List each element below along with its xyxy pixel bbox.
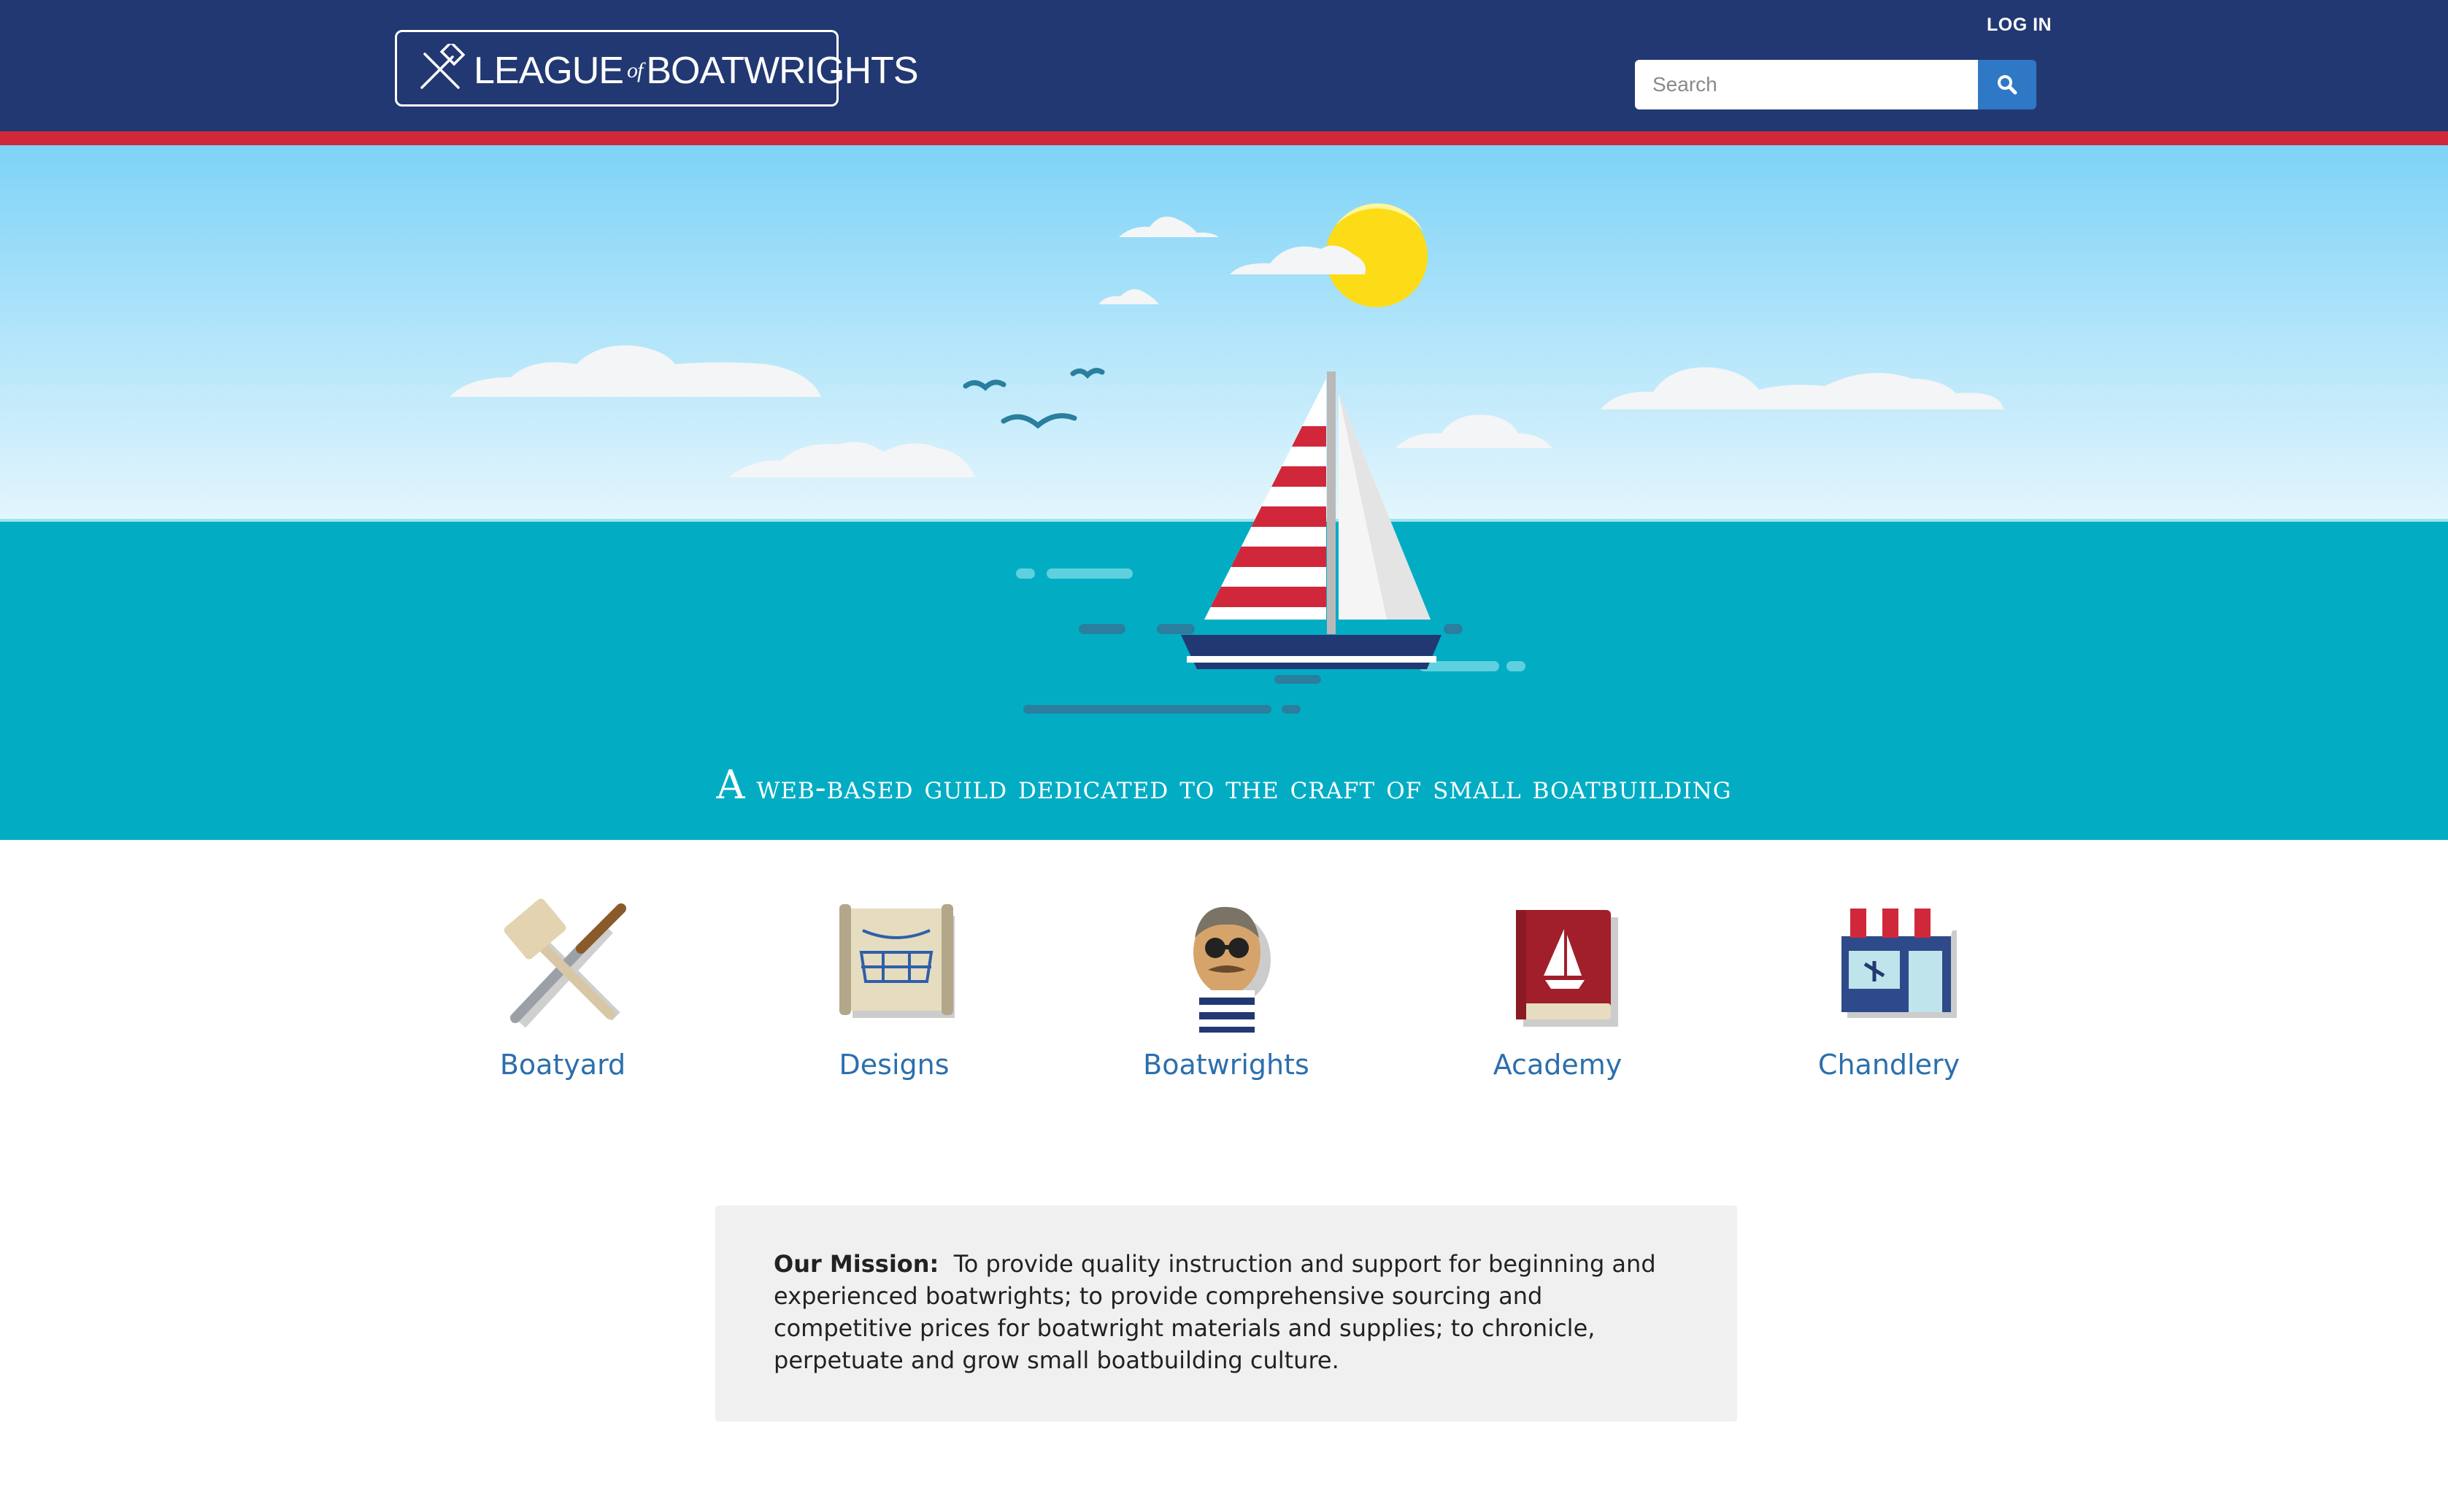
search-icon bbox=[1998, 75, 2017, 95]
category-label: Boatyard bbox=[499, 1049, 626, 1081]
shop-icon bbox=[1834, 909, 1958, 1018]
category-boatwrights[interactable]: Boatwrights bbox=[1117, 894, 1336, 1106]
login-link[interactable]: LOG IN bbox=[1987, 15, 2052, 36]
category-label: Boatwrights bbox=[1143, 1049, 1309, 1081]
book-icon bbox=[1516, 910, 1618, 1027]
mallet-chisel-icon bbox=[504, 898, 626, 1028]
category-label: Academy bbox=[1493, 1049, 1623, 1081]
search-input[interactable] bbox=[1635, 60, 1978, 109]
category-academy[interactable]: Academy bbox=[1448, 894, 1667, 1106]
hero-tagline: A web-based guild dedicated to the craft… bbox=[716, 762, 1732, 808]
site-logo[interactable]: LEAGUE of BOATWRIGHTS bbox=[395, 30, 919, 107]
crossed-tools-icon bbox=[420, 44, 466, 89]
category-boatyard[interactable]: Boatyard bbox=[453, 894, 672, 1106]
blueprint-scroll-icon bbox=[839, 904, 955, 1018]
header-accent-stripe bbox=[0, 131, 2448, 145]
category-label: Designs bbox=[839, 1049, 950, 1081]
category-designs[interactable]: Designs bbox=[785, 894, 1004, 1106]
mission-heading: Our Mission: bbox=[774, 1250, 939, 1278]
search-button[interactable] bbox=[1978, 60, 2036, 109]
mission-box: Our Mission: To provide quality instruct… bbox=[715, 1206, 1737, 1422]
site-header bbox=[0, 0, 2448, 131]
sailor-avatar-icon bbox=[1193, 906, 1271, 1033]
hero-illustration bbox=[0, 145, 2448, 840]
category-label: Chandlery bbox=[1817, 1049, 1960, 1081]
category-chandlery[interactable]: Chandlery bbox=[1779, 894, 1998, 1106]
logo-wordmark: LEAGUE of BOATWRIGHTS bbox=[474, 50, 919, 92]
